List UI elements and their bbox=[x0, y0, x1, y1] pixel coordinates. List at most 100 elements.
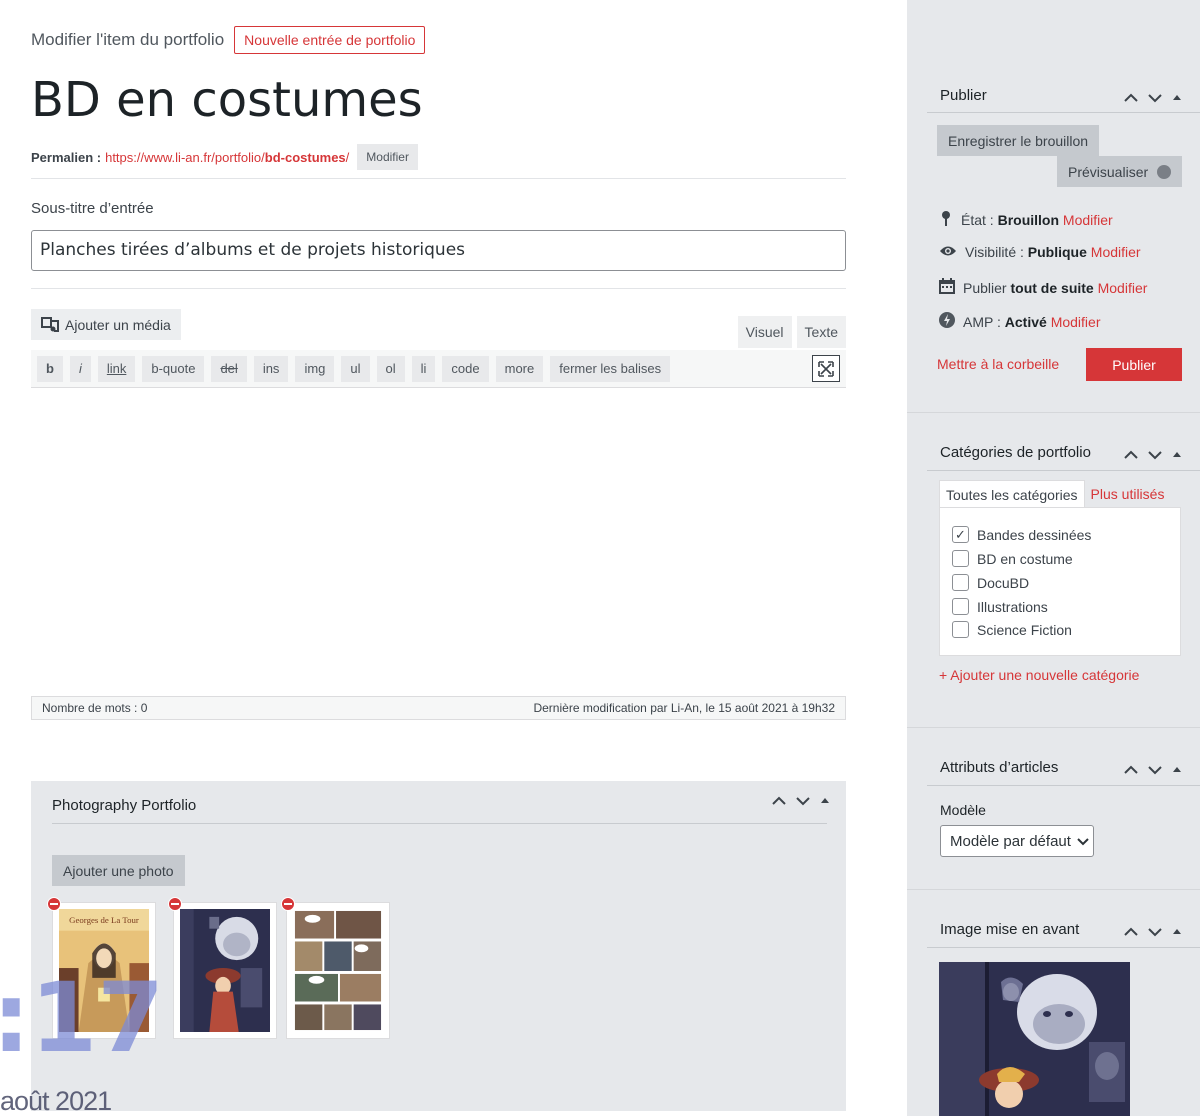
checkbox[interactable] bbox=[952, 550, 969, 567]
template-label: Modèle bbox=[940, 802, 986, 818]
divider bbox=[907, 412, 1200, 413]
featured-image[interactable] bbox=[939, 962, 1130, 1116]
template-value: Modèle par défaut bbox=[950, 832, 1071, 850]
portfolio-box-controls bbox=[772, 796, 830, 808]
external-icon bbox=[1157, 164, 1171, 179]
permalink-edit-button[interactable]: Modifier bbox=[357, 144, 418, 170]
list-item[interactable]: Science Fiction bbox=[952, 621, 1072, 638]
overlay-date: août 2021 bbox=[0, 1086, 112, 1116]
permalink-label: Permalien : bbox=[31, 149, 102, 165]
add-category-link[interactable]: + Ajouter une nouvelle catégorie bbox=[939, 667, 1139, 683]
toggle-triangle-icon[interactable] bbox=[820, 796, 830, 808]
move-to-trash-link[interactable]: Mettre à la corbeille bbox=[937, 356, 1059, 372]
preview-button[interactable]: Prévisualiser bbox=[1057, 156, 1182, 187]
visibility-row: Visibilité : Publique Modifier bbox=[939, 244, 1141, 260]
divider bbox=[907, 889, 1200, 890]
qt-bold-button[interactable]: b bbox=[37, 355, 63, 382]
remove-icon[interactable] bbox=[47, 897, 61, 911]
toggle-triangle-icon[interactable] bbox=[1172, 90, 1182, 108]
svg-text:Georges de La Tour: Georges de La Tour bbox=[69, 915, 139, 925]
save-draft-button[interactable]: Enregistrer le brouillon bbox=[937, 125, 1100, 156]
tab-visual[interactable]: Visuel bbox=[737, 316, 792, 348]
add-photo-button[interactable]: Ajouter une photo bbox=[52, 855, 185, 886]
new-portfolio-entry-button[interactable]: Nouvelle entrée de portfolio bbox=[234, 26, 426, 54]
divider bbox=[31, 178, 846, 179]
portfolio-thumbnail[interactable] bbox=[168, 897, 277, 1039]
categories-panel-title: Catégories de portfolio bbox=[940, 444, 1091, 461]
checkbox[interactable] bbox=[952, 598, 969, 615]
portfolio-thumbnail[interactable] bbox=[281, 897, 390, 1039]
tab-all-categories[interactable]: Toutes les catégories bbox=[939, 480, 1085, 509]
visibility-edit-link[interactable]: Modifier bbox=[1091, 244, 1141, 260]
tab-text[interactable]: Texte bbox=[796, 316, 846, 348]
chevron-up-icon[interactable] bbox=[1124, 447, 1138, 465]
qt-code-button[interactable]: code bbox=[442, 355, 489, 382]
category-list: ✓ Bandes dessinées BD en costume DocuBD … bbox=[939, 507, 1181, 656]
chevron-down-icon[interactable] bbox=[1148, 924, 1162, 942]
qt-blockquote-button[interactable]: b-quote bbox=[142, 355, 205, 382]
publish-time-edit-link[interactable]: Modifier bbox=[1098, 280, 1148, 296]
chevron-down-icon[interactable] bbox=[1148, 447, 1162, 465]
publish-panel-title: Publier bbox=[940, 87, 987, 104]
checkbox[interactable] bbox=[952, 621, 969, 638]
chevron-up-icon[interactable] bbox=[1124, 90, 1138, 108]
list-item[interactable]: Illustrations bbox=[952, 598, 1048, 615]
visibility-label: Visibilité : bbox=[965, 244, 1024, 260]
qt-link-button[interactable]: link bbox=[97, 355, 136, 382]
divider bbox=[52, 823, 827, 824]
publish-button[interactable]: Publier bbox=[1086, 348, 1182, 381]
overlay-number: :17 bbox=[0, 962, 164, 1074]
checkbox[interactable] bbox=[952, 574, 969, 591]
add-media-button[interactable]: Ajouter un média bbox=[31, 309, 181, 340]
tab-most-used[interactable]: Plus utilisés bbox=[1085, 480, 1171, 509]
comic-page-image bbox=[293, 909, 383, 1032]
remove-icon[interactable] bbox=[281, 897, 295, 911]
attributes-panel-title: Attributs d’articles bbox=[940, 759, 1059, 776]
toggle-triangle-icon[interactable] bbox=[1172, 762, 1182, 780]
chevron-down-icon[interactable] bbox=[1148, 90, 1162, 108]
qt-italic-button[interactable]: i bbox=[69, 355, 91, 382]
status-row: État : Brouillon Modifier bbox=[939, 210, 1113, 229]
qt-del-button[interactable]: del bbox=[211, 355, 247, 382]
list-item[interactable]: ✓ Bandes dessinées bbox=[952, 526, 1091, 543]
chevron-up-icon[interactable] bbox=[772, 796, 786, 808]
add-media-label: Ajouter un média bbox=[65, 316, 171, 333]
post-title[interactable]: BD en costumes bbox=[31, 72, 423, 128]
checkbox-checked[interactable]: ✓ bbox=[952, 526, 969, 543]
toggle-triangle-icon[interactable] bbox=[1172, 447, 1182, 465]
page-header: Modifier l'item du portfolio Nouvelle en… bbox=[31, 26, 426, 54]
list-item[interactable]: DocuBD bbox=[952, 574, 1029, 591]
lightning-icon bbox=[939, 312, 955, 331]
editor-textarea[interactable] bbox=[31, 389, 846, 695]
qt-li-button[interactable]: li bbox=[411, 355, 436, 382]
qt-ins-button[interactable]: ins bbox=[253, 355, 289, 382]
qt-more-button[interactable]: more bbox=[495, 355, 544, 382]
divider bbox=[927, 112, 1200, 113]
divider bbox=[31, 288, 846, 289]
chevron-up-icon[interactable] bbox=[1124, 924, 1138, 942]
quicktags-toolbar: b i link b-quote del ins img ul ol li co… bbox=[31, 350, 846, 388]
editor-status-bar: Nombre de mots : 0 Dernière modification… bbox=[31, 696, 846, 720]
preview-label: Prévisualiser bbox=[1068, 163, 1149, 180]
list-item[interactable]: BD en costume bbox=[952, 550, 1073, 567]
permalink-link[interactable]: https://www.li-an.fr/portfolio/bd-costum… bbox=[105, 150, 349, 165]
fullscreen-icon[interactable] bbox=[812, 355, 840, 382]
qt-img-button[interactable]: img bbox=[295, 355, 335, 382]
editor-tabs: Visuel Texte bbox=[737, 316, 846, 348]
subtitle-label: Sous-titre d’entrée bbox=[31, 200, 154, 217]
qt-close-tags-button[interactable]: fermer les balises bbox=[550, 355, 671, 382]
chevron-down-icon[interactable] bbox=[796, 796, 810, 808]
amp-edit-link[interactable]: Modifier bbox=[1051, 314, 1101, 330]
eye-icon bbox=[939, 244, 957, 260]
chevron-up-icon[interactable] bbox=[1124, 762, 1138, 780]
toggle-triangle-icon[interactable] bbox=[1172, 924, 1182, 942]
permalink: Permalien : https://www.li-an.fr/portfol… bbox=[31, 144, 418, 170]
template-select[interactable]: Modèle par défaut bbox=[940, 825, 1094, 857]
subtitle-input[interactable]: Planches tirées d’albums et de projets h… bbox=[31, 230, 846, 271]
remove-icon[interactable] bbox=[168, 897, 182, 911]
status-edit-link[interactable]: Modifier bbox=[1063, 212, 1113, 228]
chevron-down-icon bbox=[1077, 833, 1089, 850]
qt-ul-button[interactable]: ul bbox=[341, 355, 370, 382]
chevron-down-icon[interactable] bbox=[1148, 762, 1162, 780]
qt-ol-button[interactable]: ol bbox=[376, 355, 405, 382]
